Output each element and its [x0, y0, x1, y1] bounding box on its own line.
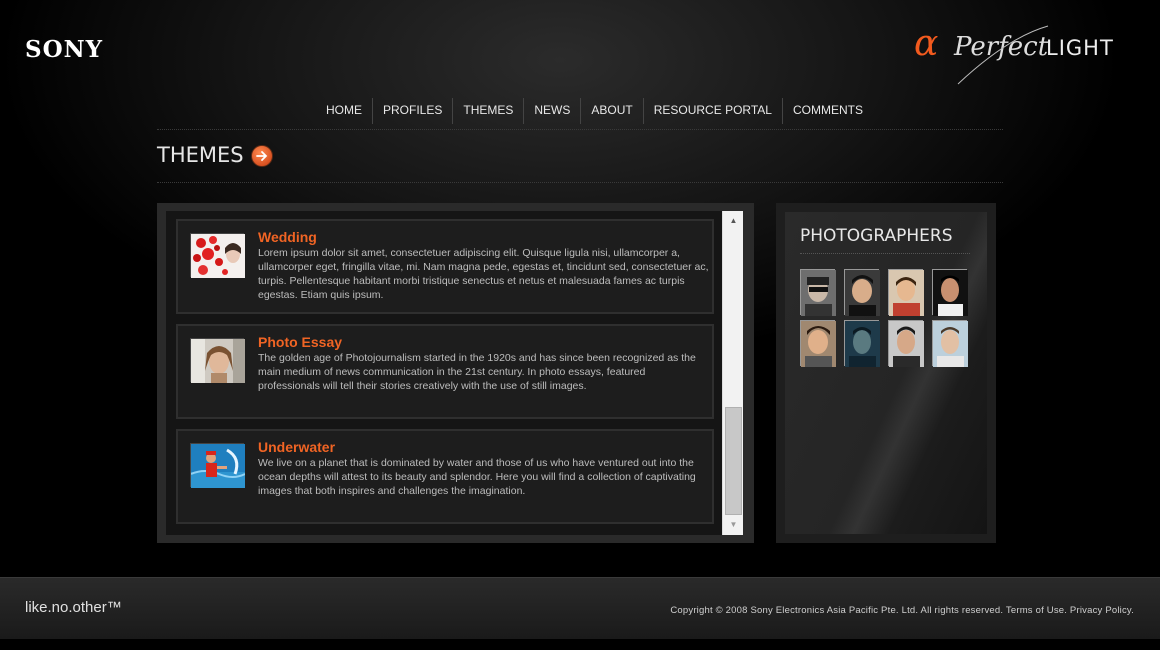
arrow-right-circle-icon[interactable] — [251, 145, 273, 167]
footer: like.no.other™ Copyright © 2008 Sony Ele… — [0, 577, 1160, 639]
photographer-photo[interactable] — [888, 269, 924, 316]
nav-themes[interactable]: THEMES — [452, 98, 523, 124]
photographers-box: PHOTOGRAPHERS — [785, 212, 987, 534]
photographer-photo[interactable] — [844, 269, 880, 316]
themes-panel: Wedding Lorem ipsum dolor sit amet, cons… — [157, 203, 754, 543]
sony-logo[interactable]: SONY — [25, 36, 103, 63]
photographers-heading: PHOTOGRAPHERS — [800, 226, 953, 246]
photographer-photo[interactable] — [800, 269, 836, 316]
nav-news[interactable]: NEWS — [523, 98, 580, 124]
photographer-photo[interactable] — [844, 320, 880, 367]
theme-card-underwater[interactable]: Underwater We live on a planet that is d… — [176, 429, 714, 524]
photographer-photo[interactable] — [932, 320, 968, 367]
scroll-up-arrow-icon[interactable]: ▲ — [723, 213, 744, 229]
scroll-down-arrow-icon[interactable]: ▼ — [723, 517, 744, 533]
page: SONY α Perfect LIGHT HOME PROFILES THEME… — [0, 0, 1160, 650]
logo-swoosh-icon — [957, 25, 1049, 85]
photographer-grid — [800, 269, 972, 369]
theme-description: We live on a planet that is dominated by… — [258, 457, 696, 497]
photographer-photo[interactable] — [888, 320, 924, 367]
nav-home[interactable]: HOME — [316, 98, 372, 124]
theme-description: Lorem ipsum dolor sit amet, consectetuer… — [258, 247, 709, 301]
theme-title[interactable]: Wedding — [258, 229, 317, 245]
photographers-divider — [800, 253, 970, 254]
title-divider — [157, 182, 1003, 183]
wedding-thumbnail[interactable] — [190, 233, 245, 278]
nav-resource-portal[interactable]: RESOURCE PORTAL — [642, 98, 782, 124]
theme-title[interactable]: Underwater — [258, 439, 335, 455]
themes-scrollbar[interactable]: ▲ ▼ — [722, 211, 743, 535]
photo-essay-thumbnail[interactable] — [190, 338, 245, 383]
main-nav: HOME PROFILES THEMES NEWS ABOUT RESOURCE… — [316, 98, 873, 124]
like-no-other-logo: like.no.other™ — [25, 599, 122, 616]
nav-profiles[interactable]: PROFILES — [372, 98, 452, 124]
theme-card-photo-essay[interactable]: Photo Essay The golden age of Photojourn… — [176, 324, 714, 419]
photographer-photo[interactable] — [932, 269, 968, 316]
nav-about[interactable]: ABOUT — [580, 98, 642, 124]
scroll-thumb[interactable] — [725, 407, 742, 515]
copyright-text[interactable]: Copyright © 2008 Sony Electronics Asia P… — [670, 605, 1134, 616]
theme-description: The golden age of Photojournalism starte… — [258, 352, 696, 392]
nav-comments[interactable]: COMMENTS — [781, 98, 873, 124]
photographer-photo[interactable] — [800, 320, 836, 367]
nav-divider — [157, 129, 1003, 130]
alpha-mark: α — [914, 23, 939, 64]
alpha-perfect-light-logo[interactable]: α Perfect LIGHT — [914, 24, 1134, 86]
theme-card-wedding[interactable]: Wedding Lorem ipsum dolor sit amet, cons… — [176, 219, 714, 314]
page-title: THEMES — [157, 143, 244, 167]
photographers-panel: PHOTOGRAPHERS — [776, 203, 996, 543]
theme-title[interactable]: Photo Essay — [258, 334, 342, 350]
underwater-thumbnail[interactable] — [190, 443, 246, 488]
themes-list: Wedding Lorem ipsum dolor sit amet, cons… — [166, 211, 743, 535]
